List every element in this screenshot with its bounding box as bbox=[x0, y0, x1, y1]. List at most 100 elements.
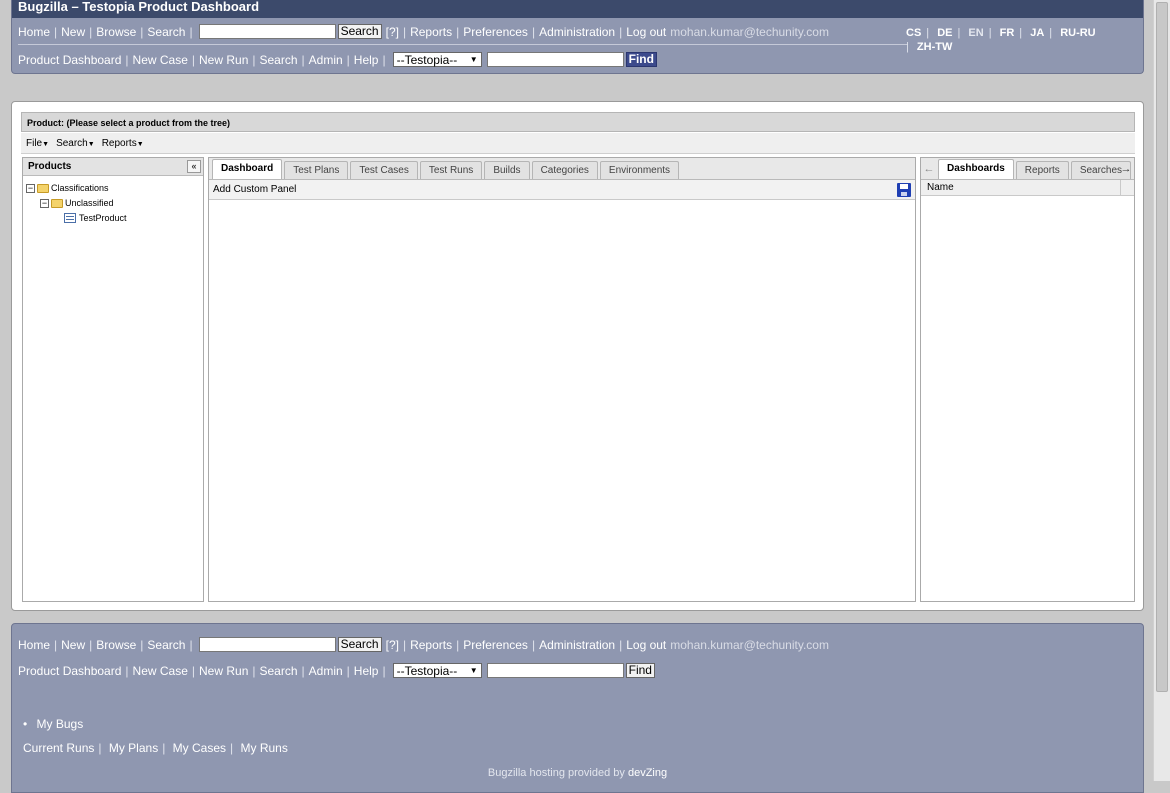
tree-node-classifications[interactable]: − Classifications bbox=[26, 183, 109, 193]
user-email: mohan.kumar@techunity.com bbox=[670, 24, 829, 39]
footer-quick-search-input[interactable] bbox=[198, 637, 336, 652]
tree-node-unclassified[interactable]: − Unclassified bbox=[40, 198, 114, 208]
nav-new-link[interactable]: New bbox=[61, 25, 85, 39]
lang-fr-link[interactable]: FR bbox=[1000, 27, 1015, 39]
footer-preferences-link[interactable]: Preferences bbox=[463, 638, 528, 652]
footer-administration-link[interactable]: Administration bbox=[539, 638, 615, 652]
tree-node-testproduct[interactable]: TestProduct bbox=[64, 213, 127, 223]
nav-logout-link[interactable]: Log out bbox=[626, 25, 666, 39]
page-title: Bugzilla – Testopia Product Dashboard bbox=[12, 0, 1143, 18]
nav-search-link[interactable]: Search bbox=[147, 25, 185, 39]
lang-de-link[interactable]: DE bbox=[937, 27, 952, 39]
footer-browse-link[interactable]: Browse bbox=[96, 638, 136, 652]
tree-collapse-icon[interactable]: − bbox=[40, 198, 49, 208]
folder-open-icon bbox=[37, 183, 49, 193]
footer-admin-link[interactable]: Admin bbox=[309, 664, 343, 678]
name-column-header[interactable]: Name bbox=[921, 180, 1134, 196]
tab-reports[interactable]: Reports bbox=[1015, 161, 1069, 179]
footer-testopia-nav: Product Dashboard | New Case | New Run | Se… bbox=[18, 663, 655, 678]
nav-home-link[interactable]: Home bbox=[18, 25, 50, 39]
footer-testopia-select-value: --Testopia-- bbox=[396, 663, 458, 678]
footer-new-link[interactable]: New bbox=[61, 638, 85, 652]
nav-administration-link[interactable]: Administration bbox=[539, 25, 615, 39]
products-panel: Products « − Classifications − Unclassif… bbox=[22, 157, 204, 602]
file-menu-label: File bbox=[26, 137, 43, 149]
nav-browse-link[interactable]: Browse bbox=[96, 25, 136, 39]
search-menu-label: Search bbox=[56, 137, 88, 149]
footer-help-link-2[interactable]: Help bbox=[354, 664, 379, 678]
tab-test-cases[interactable]: Test Cases bbox=[350, 161, 418, 179]
scrollbar-thumb[interactable] bbox=[1156, 2, 1168, 692]
footer-product-dashboard-link[interactable]: Product Dashboard bbox=[18, 664, 121, 678]
tab-environments[interactable]: Environments bbox=[599, 161, 680, 179]
caret-down-icon: ▼ bbox=[42, 140, 50, 148]
testopia-nav: Product Dashboard | New Case | New Run | Se… bbox=[18, 52, 657, 67]
bullet-icon: • bbox=[23, 717, 28, 731]
page-footer: Home | New | Browse | Search | Search [?] | R… bbox=[11, 623, 1144, 793]
new-run-link[interactable]: New Run bbox=[199, 53, 248, 67]
collapse-left-icon[interactable]: « bbox=[187, 160, 201, 173]
tab-dashboard[interactable]: Dashboard bbox=[212, 159, 283, 179]
my-bugs-link[interactable]: My Bugs bbox=[37, 717, 84, 731]
tab-test-plans[interactable]: Test Plans bbox=[284, 161, 349, 179]
quick-search-input[interactable] bbox=[198, 24, 336, 39]
lang-ja-link[interactable]: JA bbox=[1030, 27, 1044, 39]
lang-cs-link[interactable]: CS bbox=[906, 27, 921, 39]
add-custom-panel-button[interactable]: Add Custom Panel bbox=[213, 184, 296, 195]
search-menu[interactable]: Search▼ bbox=[56, 138, 95, 149]
page-header: Bugzilla – Testopia Product Dashboard Ho… bbox=[11, 0, 1144, 74]
tree-node-label: TestProduct bbox=[79, 213, 127, 223]
folder-open-icon bbox=[51, 198, 63, 208]
quick-search-help-link[interactable]: [?] bbox=[386, 25, 399, 39]
current-runs-link[interactable]: Current Runs bbox=[23, 741, 94, 755]
right-panel: ← Dashboards Reports Searches → Name bbox=[920, 157, 1135, 602]
testopia-type-select[interactable]: --Testopia-- ▼ bbox=[392, 52, 482, 67]
devzing-link[interactable]: devZing bbox=[628, 767, 667, 779]
product-header: Product: (Please select a product from t… bbox=[21, 112, 1135, 132]
product-dashboard-link[interactable]: Product Dashboard bbox=[18, 53, 121, 67]
footer-testopia-find-input[interactable] bbox=[486, 663, 624, 678]
page-scrollbar[interactable] bbox=[1153, 0, 1170, 781]
my-runs-link[interactable]: My Runs bbox=[240, 741, 287, 755]
footer-new-run-link[interactable]: New Run bbox=[199, 664, 248, 678]
footer-search-link[interactable]: Search bbox=[147, 638, 185, 652]
tree-collapse-icon[interactable]: − bbox=[26, 183, 35, 193]
tab-dashboards[interactable]: Dashboards bbox=[938, 159, 1014, 179]
footer-reports-link[interactable]: Reports bbox=[410, 638, 452, 652]
tab-scroll-right-icon[interactable]: → bbox=[1119, 161, 1133, 177]
tab-categories[interactable]: Categories bbox=[531, 161, 598, 179]
caret-down-icon: ▼ bbox=[87, 140, 95, 148]
reports-menu[interactable]: Reports▼ bbox=[102, 138, 144, 149]
my-plans-link[interactable]: My Plans bbox=[109, 741, 158, 755]
save-icon[interactable] bbox=[897, 183, 911, 197]
nav-reports-link[interactable]: Reports bbox=[410, 25, 452, 39]
testopia-find-button[interactable]: Find bbox=[625, 52, 657, 67]
footer-testopia-type-select[interactable]: --Testopia-- ▼ bbox=[392, 663, 482, 678]
lang-zh-link[interactable]: ZH-TW bbox=[917, 41, 952, 53]
new-case-link[interactable]: New Case bbox=[133, 53, 188, 67]
tab-scroll-left-icon[interactable]: ← bbox=[922, 161, 936, 177]
quick-search-button[interactable]: Search bbox=[337, 24, 382, 39]
testopia-search-link[interactable]: Search bbox=[260, 53, 298, 67]
footer-new-case-link[interactable]: New Case bbox=[133, 664, 188, 678]
nav-preferences-link[interactable]: Preferences bbox=[463, 25, 528, 39]
tab-builds[interactable]: Builds bbox=[484, 161, 530, 179]
footer-main-nav: Home | New | Browse | Search | Search [?] | R… bbox=[18, 637, 829, 652]
footer-help-link[interactable]: [?] bbox=[386, 638, 399, 652]
tab-test-runs[interactable]: Test Runs bbox=[419, 161, 483, 179]
my-cases-link[interactable]: My Cases bbox=[173, 741, 226, 755]
footer-user-email: mohan.kumar@techunity.com bbox=[670, 637, 829, 652]
admin-link[interactable]: Admin bbox=[309, 53, 343, 67]
footer-home-link[interactable]: Home bbox=[18, 638, 50, 652]
lang-ru-link[interactable]: RU-RU bbox=[1060, 27, 1095, 39]
footer-logout-link[interactable]: Log out bbox=[626, 638, 666, 652]
footer-quick-search-button[interactable]: Search bbox=[337, 637, 382, 652]
file-menu[interactable]: File▼ bbox=[26, 138, 49, 149]
products-panel-header: Products « bbox=[23, 158, 203, 176]
hosting-credit: Bugzilla hosting provided by devZing bbox=[12, 767, 1143, 779]
caret-down-icon: ▼ bbox=[136, 140, 144, 148]
help-link[interactable]: Help bbox=[354, 53, 379, 67]
testopia-find-input[interactable] bbox=[486, 52, 624, 67]
footer-testopia-search-link[interactable]: Search bbox=[260, 664, 298, 678]
footer-testopia-find-button[interactable]: Find bbox=[625, 663, 655, 678]
